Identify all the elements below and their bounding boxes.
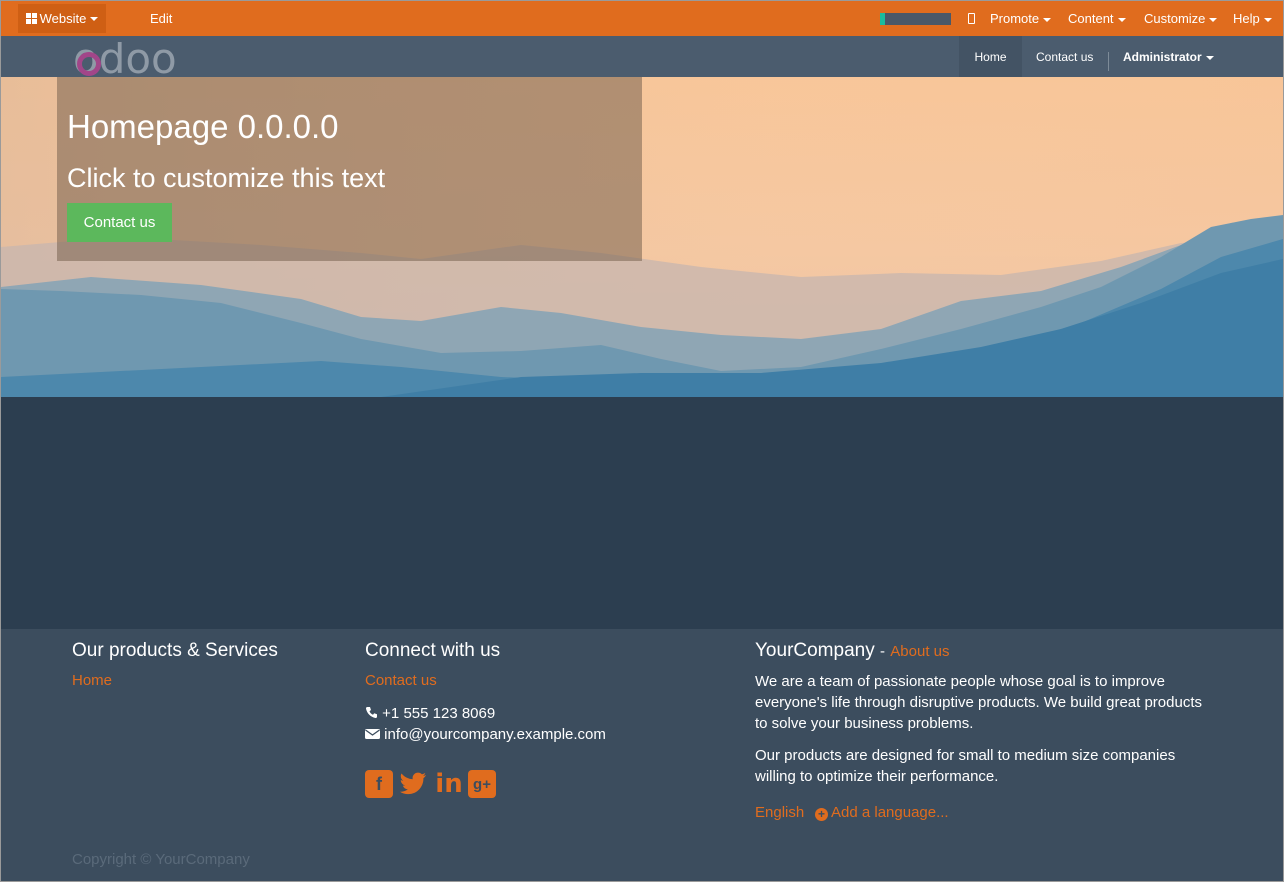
footer-email: info@yourcompany.example.com bbox=[365, 724, 606, 745]
chevron-down-icon bbox=[1209, 17, 1218, 22]
chevron-down-icon bbox=[1263, 17, 1272, 22]
menu-help[interactable]: Help bbox=[1233, 11, 1272, 26]
phone-icon bbox=[365, 707, 377, 719]
nav-item-contact-us[interactable]: Contact us bbox=[1036, 50, 1093, 64]
page-title[interactable]: Homepage 0.0.0.0 bbox=[67, 108, 339, 146]
edit-button[interactable]: Edit bbox=[150, 11, 172, 26]
user-menu[interactable]: Administrator bbox=[1123, 50, 1214, 64]
google-plus-icon[interactable]: g+ bbox=[468, 770, 496, 798]
chevron-down-icon bbox=[1043, 17, 1052, 22]
footer-company-name: YourCompany bbox=[755, 640, 875, 661]
admin-bar: Website Edit Promote Content Customize H… bbox=[1, 1, 1283, 36]
linkedin-icon[interactable]: in bbox=[433, 769, 465, 799]
footer-products-title: Our products & Services bbox=[72, 640, 278, 661]
add-language-link[interactable]: + Add a language... bbox=[815, 804, 949, 821]
chevron-down-icon bbox=[1117, 17, 1126, 22]
footer-email-address[interactable]: info@yourcompany.example.com bbox=[384, 726, 606, 743]
menu-customize[interactable]: Customize bbox=[1144, 11, 1218, 26]
twitter-icon[interactable] bbox=[399, 770, 427, 798]
footer-link-about-us[interactable]: About us bbox=[890, 643, 949, 660]
progress-bar bbox=[880, 13, 951, 25]
company-logo[interactable]: odoo bbox=[73, 42, 185, 76]
menu-promote-label: Promote bbox=[990, 11, 1040, 26]
footer-link-home[interactable]: Home bbox=[72, 672, 112, 689]
empty-content-section bbox=[1, 397, 1283, 629]
menu-content-label: Content bbox=[1068, 11, 1114, 26]
chevron-down-icon bbox=[1205, 55, 1214, 60]
site-footer: Our products & Services Home Connect wit… bbox=[1, 629, 1283, 881]
chevron-down-icon bbox=[90, 16, 99, 21]
hero-text-box: Homepage 0.0.0.0 Click to customize this… bbox=[57, 77, 642, 261]
website-menu-label: Website bbox=[39, 11, 87, 26]
nav-item-home[interactable]: Home bbox=[959, 36, 1022, 77]
language-english[interactable]: English bbox=[755, 804, 804, 821]
menu-promote[interactable]: Promote bbox=[990, 11, 1052, 26]
footer-about-paragraph-2: Our products are designed for small to m… bbox=[755, 747, 1176, 785]
hero-banner: Homepage 0.0.0.0 Click to customize this… bbox=[1, 77, 1283, 397]
website-menu-button[interactable]: Website bbox=[18, 4, 106, 33]
twitter-bird-shape bbox=[399, 772, 426, 795]
menu-help-label: Help bbox=[1233, 11, 1260, 26]
copyright-text: Copyright © YourCompany bbox=[72, 851, 250, 868]
footer-connect-title: Connect with us bbox=[365, 640, 501, 661]
envelope-icon bbox=[365, 729, 380, 739]
grid-icon bbox=[25, 13, 37, 24]
footer-phone-number: +1 555 123 8069 bbox=[382, 705, 496, 722]
menu-customize-label: Customize bbox=[1144, 11, 1206, 26]
hero-subtitle[interactable]: Click to customize this text bbox=[67, 163, 385, 194]
menu-content[interactable]: Content bbox=[1068, 11, 1126, 26]
site-navbar: odoo Home Contact us Administrator bbox=[1, 36, 1283, 77]
footer-phone: +1 555 123 8069 bbox=[365, 703, 495, 724]
plus-circle-icon: + bbox=[815, 808, 828, 821]
contact-us-button[interactable]: Contact us bbox=[67, 203, 172, 242]
logo-text: odoo bbox=[73, 42, 177, 76]
add-language-label: Add a language... bbox=[831, 804, 949, 821]
mobile-preview-icon[interactable] bbox=[968, 13, 975, 24]
browser-frame: Website Edit Promote Content Customize H… bbox=[0, 0, 1284, 882]
footer-link-contact-us[interactable]: Contact us bbox=[365, 672, 437, 689]
nav-divider bbox=[1108, 52, 1109, 71]
facebook-icon[interactable]: f bbox=[365, 770, 393, 798]
progress-fill bbox=[880, 13, 885, 25]
user-name: Administrator bbox=[1123, 50, 1202, 64]
footer-about-paragraph-1: We are a team of passionate people whose… bbox=[755, 673, 1202, 732]
footer-company-heading: YourCompany - About us bbox=[755, 640, 950, 662]
footer-heading-separator: - bbox=[880, 643, 885, 660]
